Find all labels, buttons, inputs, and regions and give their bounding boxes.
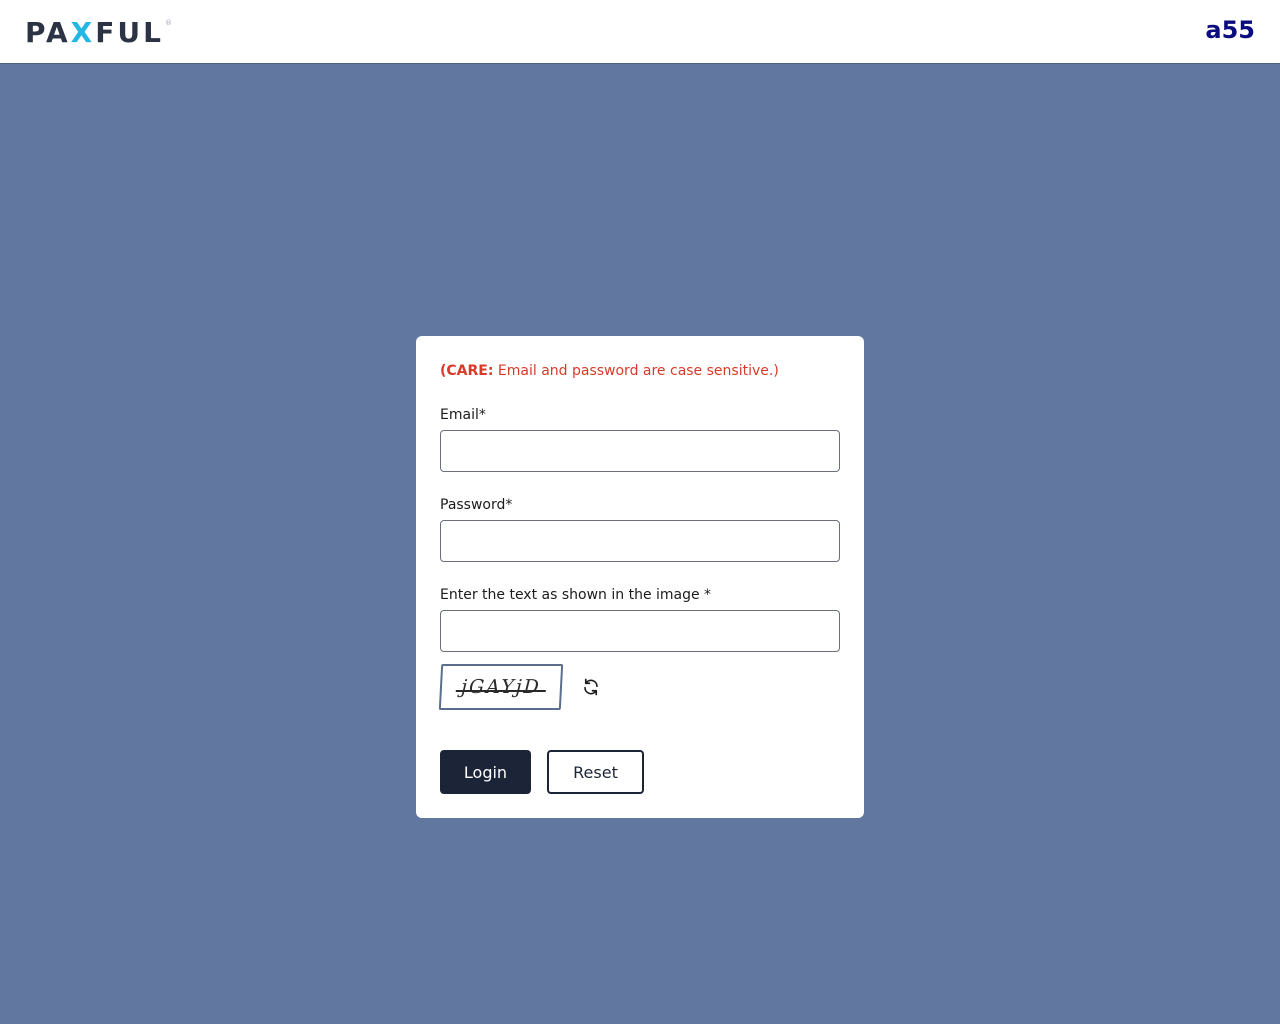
logo-text-post: FUL bbox=[95, 15, 164, 49]
login-button[interactable]: Login bbox=[440, 750, 531, 794]
care-text: Email and password are case sensitive.) bbox=[493, 363, 779, 379]
logo-registered-mark: ® bbox=[164, 19, 172, 27]
password-field[interactable] bbox=[440, 520, 840, 562]
login-card: (CARE: Email and password are case sensi… bbox=[416, 336, 864, 818]
top-bar: PA X FUL ® a55 bbox=[0, 0, 1280, 64]
email-field[interactable] bbox=[440, 430, 840, 472]
email-label: Email* bbox=[440, 407, 486, 423]
captcha-strike-line bbox=[455, 690, 546, 692]
logo-text-x: X bbox=[70, 15, 96, 49]
captcha-label: Enter the text as shown in the image * bbox=[440, 587, 712, 603]
captcha-image: jGAYjD bbox=[438, 664, 564, 710]
logo-text-pre: PA bbox=[25, 15, 71, 49]
password-label: Password* bbox=[440, 497, 513, 513]
care-label: (CARE: bbox=[440, 363, 494, 379]
refresh-captcha-icon[interactable] bbox=[580, 676, 602, 698]
case-sensitive-warning: (CARE: Email and password are case sensi… bbox=[440, 362, 840, 380]
reset-button[interactable]: Reset bbox=[547, 750, 644, 794]
paxful-logo[interactable]: PA X FUL ® bbox=[25, 14, 172, 50]
user-code: a55 bbox=[1205, 16, 1255, 44]
captcha-text: jGAYjD bbox=[460, 676, 542, 698]
captcha-input[interactable] bbox=[440, 610, 840, 652]
